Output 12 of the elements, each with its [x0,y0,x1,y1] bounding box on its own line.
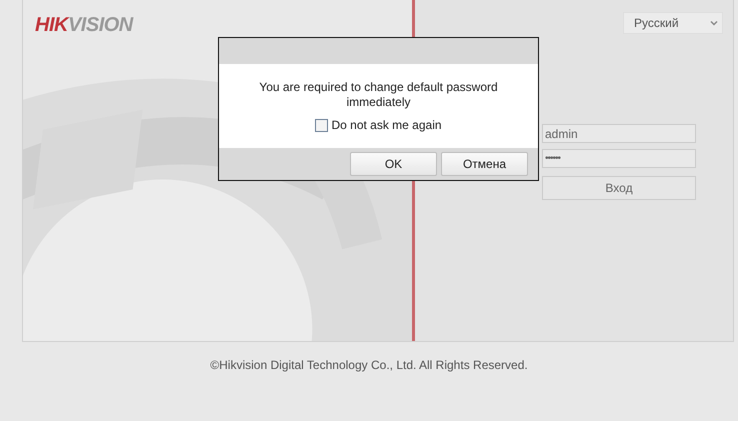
chevron-down-icon [710,20,718,26]
ok-button[interactable]: OK [350,152,437,176]
password-field[interactable]: •••••• [542,149,696,168]
checkbox[interactable] [315,118,328,132]
copyright-text: ©Hikvision Digital Technology Co., Ltd. All Rights Reserved. [209,358,529,372]
username-field[interactable]: admin [542,124,696,143]
login-button[interactable]: Вход [542,176,696,200]
language-select[interactable]: Русский [623,12,723,34]
dialog-message: You are required to change default password immediately [258,80,499,110]
hikvision-logo: HIKVISION [35,14,133,37]
cancel-button[interactable]: Отмена [441,152,528,176]
checkbox-label: Do not ask me again [331,118,442,132]
